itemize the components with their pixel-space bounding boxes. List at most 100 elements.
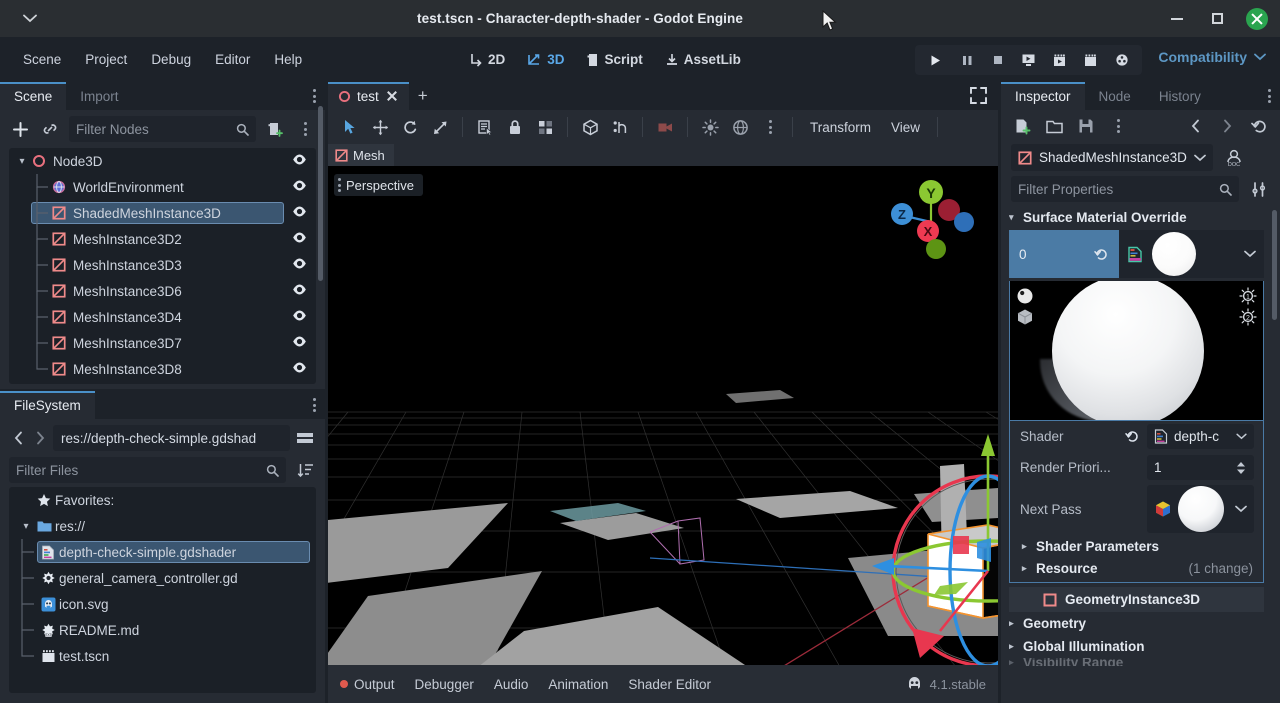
- load-resource-button[interactable]: [1043, 115, 1065, 137]
- filesystem-dock-menu-button[interactable]: [303, 391, 325, 419]
- tab-node[interactable]: Node: [1085, 82, 1145, 110]
- transform-menu[interactable]: Transform: [801, 117, 880, 138]
- play-custom-scene-button[interactable]: [1045, 47, 1074, 73]
- inspector-dock-menu-button[interactable]: [1258, 82, 1280, 110]
- nav-back-button[interactable]: [9, 427, 27, 449]
- scene-filter-box[interactable]: Filter Nodes: [69, 116, 256, 142]
- scale-mode-button[interactable]: [426, 114, 454, 140]
- lock-button[interactable]: [501, 114, 529, 140]
- scene-tree-menu-button[interactable]: [294, 118, 316, 140]
- menu-project[interactable]: Project: [75, 47, 137, 72]
- movie-writer-button[interactable]: [1076, 47, 1105, 73]
- scene-tree-item-meshinstance3d3[interactable]: MeshInstance3D3: [9, 252, 316, 278]
- menu-scene[interactable]: Scene: [13, 47, 71, 72]
- stop-button[interactable]: [983, 47, 1012, 73]
- updown-icon[interactable]: [1235, 461, 1247, 475]
- scene-tree-item-meshinstance3d7[interactable]: MeshInstance3D7: [9, 330, 316, 356]
- chevron-down-icon[interactable]: [1236, 433, 1247, 440]
- tab-3d[interactable]: 3D: [518, 47, 573, 72]
- filesystem-filter-box[interactable]: Filter Files: [9, 457, 286, 483]
- history-forward-button[interactable]: [1216, 115, 1238, 137]
- chevron-down-icon[interactable]: ▾: [15, 156, 29, 167]
- filesystem-tree[interactable]: Favorites: ▾ res:// depth-check-simple.gdsh…: [9, 487, 316, 693]
- filter-files-input[interactable]: Filter Files: [16, 463, 261, 478]
- bottom-tab-debugger[interactable]: Debugger: [415, 677, 474, 692]
- resource-extra-menu-button[interactable]: [1107, 115, 1129, 137]
- view-menu[interactable]: View: [882, 117, 929, 138]
- select-mode-button[interactable]: [336, 114, 364, 140]
- inspector-filter-box[interactable]: Filter Properties: [1011, 176, 1239, 202]
- tab-inspector[interactable]: Inspector: [1001, 82, 1085, 110]
- scene-tree-scrollbar[interactable]: [318, 106, 323, 281]
- viewport-axis-gizmo[interactable]: Y Z X: [876, 174, 986, 264]
- play-scene-button[interactable]: [1014, 47, 1043, 73]
- history-back-button[interactable]: [1184, 115, 1206, 137]
- rotate-mode-button[interactable]: [396, 114, 424, 140]
- revert-icon[interactable]: [1094, 247, 1109, 262]
- chevron-down-icon[interactable]: [1244, 250, 1256, 258]
- section-surface-material-override[interactable]: ▾ Surface Material Override: [1009, 206, 1264, 228]
- scene-tree-item-shadedmeshinstance3d[interactable]: ShadedMeshInstance3D: [9, 200, 316, 226]
- visibility-toggle[interactable]: [292, 362, 307, 377]
- scene-tree-item-meshinstance3d8[interactable]: MeshInstance3D8: [9, 356, 316, 382]
- scene-tab-test[interactable]: test: [328, 82, 409, 110]
- distraction-free-mode-button[interactable]: [969, 86, 988, 108]
- visibility-toggle[interactable]: [292, 206, 307, 221]
- close-icon[interactable]: [385, 89, 399, 103]
- history-menu-button[interactable]: [1248, 115, 1270, 137]
- next-pass-field[interactable]: [1147, 485, 1254, 533]
- visibility-toggle[interactable]: [292, 258, 307, 273]
- scene-tree-item-meshinstance3d2[interactable]: MeshInstance3D2: [9, 226, 316, 252]
- renderer-selector[interactable]: Compatibility: [1158, 49, 1266, 65]
- viewport-perspective-menu[interactable]: Perspective: [334, 174, 423, 196]
- inspector-properties[interactable]: ▾ Surface Material Override 0 1 2 Shader…: [1009, 206, 1264, 696]
- shader-value-field[interactable]: depth-c: [1147, 424, 1254, 449]
- visibility-toggle[interactable]: [292, 232, 307, 247]
- scene-tree-item-node3d[interactable]: ▾ Node3D: [9, 148, 316, 174]
- toggle-split-mode-button[interactable]: [294, 427, 316, 449]
- section-resource[interactable]: ▸ Resource (1 change): [1009, 557, 1264, 579]
- scene-tree-item-meshinstance3d6[interactable]: MeshInstance3D6: [9, 278, 316, 304]
- filter-nodes-input[interactable]: Filter Nodes: [76, 122, 231, 137]
- render-priority-field[interactable]: 1: [1147, 455, 1254, 480]
- 3d-viewport[interactable]: Perspective Y Z X: [328, 166, 998, 667]
- light-1-icon[interactable]: 1: [1239, 287, 1257, 305]
- tab-filesystem[interactable]: FileSystem: [0, 391, 95, 419]
- filter-properties-input[interactable]: Filter Properties: [1018, 182, 1214, 197]
- bottom-tab-animation[interactable]: Animation: [548, 677, 608, 692]
- create-script-button[interactable]: [264, 118, 286, 140]
- maximize-button[interactable]: [1206, 8, 1228, 30]
- material-preview-panel[interactable]: 1 2: [1009, 281, 1264, 421]
- instantiate-scene-button[interactable]: [39, 118, 61, 140]
- minimize-button[interactable]: [1166, 8, 1188, 30]
- inspector-tools-button[interactable]: [1248, 178, 1270, 200]
- inspector-object-selector[interactable]: ShadedMeshInstance3D: [1011, 144, 1213, 171]
- tab-history[interactable]: History: [1145, 82, 1215, 110]
- close-button[interactable]: [1246, 7, 1268, 30]
- add-node-button[interactable]: [9, 118, 31, 140]
- bottom-tab-shader-editor[interactable]: Shader Editor: [628, 677, 711, 692]
- scene-tree[interactable]: ▾ Node3D WorldEnvironment ShadedMeshInstanc…: [9, 148, 316, 384]
- menu-debug[interactable]: Debug: [141, 47, 201, 72]
- scene-tree-item-worldenvironment[interactable]: WorldEnvironment: [9, 174, 316, 200]
- film-reel-button[interactable]: [1107, 47, 1136, 73]
- light-2-icon[interactable]: 2: [1239, 308, 1257, 326]
- save-resource-button[interactable]: [1075, 115, 1097, 137]
- chevron-down-icon[interactable]: [1235, 505, 1247, 513]
- tab-script[interactable]: Script: [578, 47, 652, 72]
- tab-2d[interactable]: 2D: [460, 47, 514, 72]
- camera-preview-button[interactable]: [651, 114, 679, 140]
- bottom-tab-audio[interactable]: Audio: [494, 677, 529, 692]
- section-global-illumination[interactable]: ▸ Global Illumination: [1009, 635, 1264, 658]
- filesystem-item-readme-md[interactable]: TXT README.md: [9, 617, 316, 643]
- revert-icon[interactable]: [1125, 429, 1140, 444]
- filesystem-item-res-[interactable]: ▾ res://: [9, 513, 316, 539]
- move-mode-button[interactable]: [366, 114, 394, 140]
- list-select-button[interactable]: [471, 114, 499, 140]
- filesystem-item-test-tscn[interactable]: test.tscn: [9, 643, 316, 669]
- section-visibility-partial[interactable]: ▸ Visibility Range: [1009, 658, 1264, 666]
- surface-material-value[interactable]: [1119, 230, 1264, 278]
- scene-tree-item-meshinstance3d4[interactable]: MeshInstance3D4: [9, 304, 316, 330]
- pause-button[interactable]: [952, 47, 981, 73]
- window-menu-button[interactable]: [0, 14, 60, 23]
